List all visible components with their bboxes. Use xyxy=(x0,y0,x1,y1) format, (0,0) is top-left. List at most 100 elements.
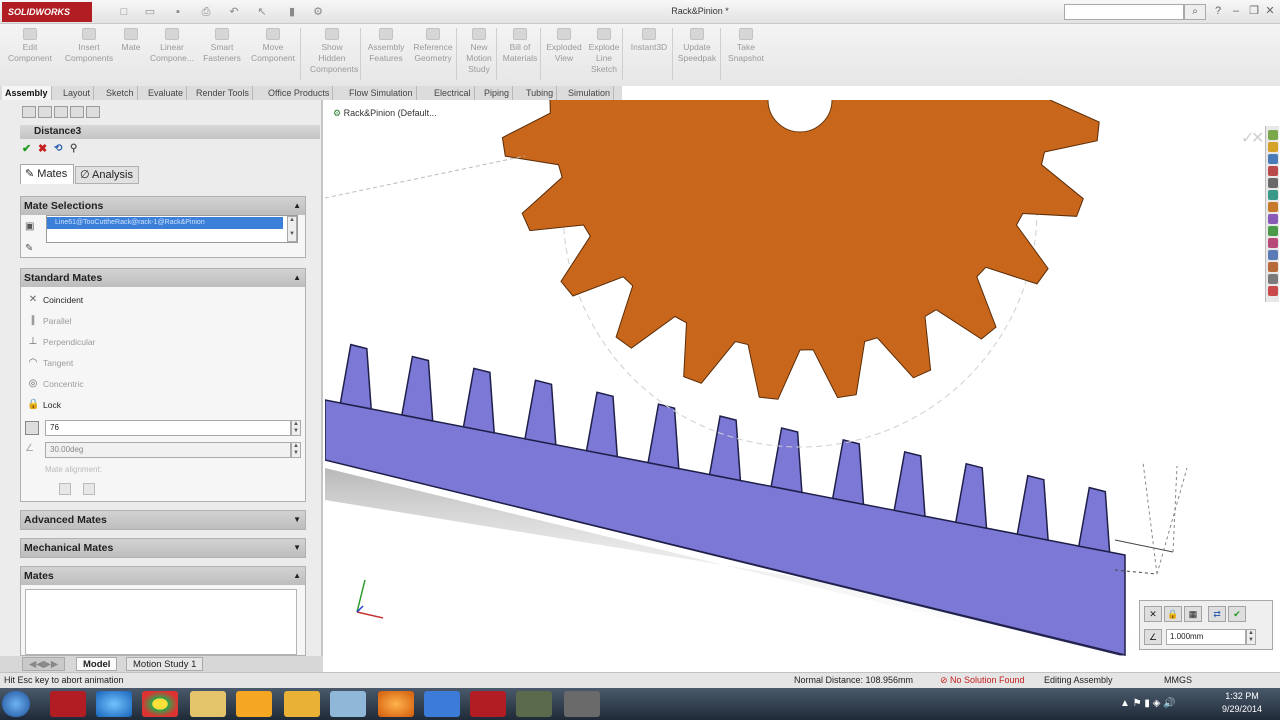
config-manager-tab-icon[interactable] xyxy=(54,106,68,118)
ribbon-button-smart-fasteners[interactable]: Smart Fasteners xyxy=(200,26,244,84)
solidworks-taskbar-icon[interactable] xyxy=(50,691,86,717)
save-icon[interactable]: ▪ xyxy=(172,6,184,18)
task-pane-icon[interactable] xyxy=(1268,178,1278,188)
task-pane-icon[interactable] xyxy=(1268,250,1278,260)
dim-xpert-tab-icon[interactable] xyxy=(70,106,84,118)
tab-flow-simulation[interactable]: Flow Simulation xyxy=(346,86,417,100)
mate-selections-list[interactable]: Line61@TooCuttheRack@rack-1@Rack&Pinion … xyxy=(46,215,298,243)
ribbon-button-exploded-view[interactable]: Exploded View xyxy=(544,26,584,84)
tab-layout[interactable]: Layout xyxy=(60,86,95,100)
mates-list[interactable] xyxy=(25,589,297,655)
open-file-icon[interactable]: ▭ xyxy=(144,6,156,18)
mate-lock[interactable]: 🔒 Lock xyxy=(25,396,295,414)
ribbon-button-new-motion-study[interactable]: New Motion Study xyxy=(460,26,498,84)
tab-model[interactable]: Model xyxy=(76,657,118,671)
cancel-x-icon[interactable]: ✖ xyxy=(38,143,47,155)
task-pane-icon[interactable] xyxy=(1268,214,1278,224)
ribbon-button-bom[interactable]: Bill of Materials xyxy=(500,26,540,84)
ribbon-button-move-component[interactable]: Move Component xyxy=(246,26,300,84)
mate-concentric[interactable]: ◎ Concentric xyxy=(25,375,295,393)
tab-piping[interactable]: Piping xyxy=(481,86,514,100)
graphics-area[interactable]: ⚙ Rack&Pinion (Default... ⊞ ⊕ ⟳ ◫ ◧ ◈ ✓ … xyxy=(325,100,1280,656)
ribbon-button-assembly-features[interactable]: Assembly Features xyxy=(364,26,408,84)
internet-explorer-icon[interactable] xyxy=(96,691,132,717)
property-manager-tab-icon[interactable] xyxy=(38,106,52,118)
search-input[interactable] xyxy=(1064,4,1184,20)
rack-tooth[interactable] xyxy=(831,438,865,506)
gear-body[interactable] xyxy=(501,100,1100,400)
undo-mate-icon[interactable]: ⟲ xyxy=(54,143,62,155)
media-player-icon[interactable] xyxy=(236,691,272,717)
tab-evaluate[interactable]: Evaluate xyxy=(145,86,188,100)
task-pane-icon[interactable] xyxy=(1268,286,1278,296)
solidworks-logo[interactable]: SOLIDWORKS xyxy=(2,2,92,22)
distance-field[interactable]: 76 xyxy=(45,420,291,436)
task-pane-icon[interactable] xyxy=(1268,154,1278,164)
angle-field[interactable]: 30.00deg xyxy=(45,442,291,458)
tab-motion-study[interactable]: Motion Study 1 xyxy=(126,657,204,671)
mate-coincident[interactable]: ✕ Coincident xyxy=(25,291,295,309)
collapse-icon[interactable]: ▲ xyxy=(293,269,301,287)
ok-check-icon[interactable]: ✔ xyxy=(1228,606,1246,622)
tab-render-tools[interactable]: Render Tools xyxy=(193,86,253,100)
lync-icon[interactable] xyxy=(424,691,460,717)
angle-icon[interactable]: ∠ xyxy=(1144,629,1162,645)
ribbon-button-explode-line-sketch[interactable]: Explode Line Sketch xyxy=(586,26,622,84)
collapse-icon[interactable]: ▲ xyxy=(293,197,301,215)
scroll-tabs-button[interactable]: ◀◀▶▶ xyxy=(22,657,66,671)
flip-icon[interactable]: ⇄ xyxy=(1208,606,1226,622)
rack-tooth[interactable] xyxy=(893,450,926,518)
rack-tooth[interactable] xyxy=(339,343,373,410)
task-pane-strip[interactable] xyxy=(1265,126,1279,302)
minimize-icon[interactable]: – xyxy=(1228,3,1244,19)
select-icon[interactable]: ↖ xyxy=(256,6,268,18)
rack-tooth[interactable] xyxy=(708,415,742,482)
tab-electrical[interactable]: Electrical xyxy=(431,86,475,100)
tab-mates[interactable]: ✎ Mates xyxy=(20,164,74,184)
task-pane-icon[interactable] xyxy=(1268,262,1278,272)
task-pane-icon[interactable] xyxy=(1268,274,1278,284)
mate-parallel[interactable]: ∥ Parallel xyxy=(25,312,295,330)
anti-aligned-icon[interactable] xyxy=(83,483,95,495)
tab-assembly[interactable]: Assembly xyxy=(2,86,52,100)
pinion-gear[interactable] xyxy=(501,100,1100,448)
distance-icon[interactable]: ▦ xyxy=(1184,606,1202,622)
popup-spinner[interactable]: ▲ ▼ xyxy=(1246,629,1256,645)
mechanical-mates-group[interactable]: Mechanical Mates ▼ xyxy=(20,538,306,558)
rack-tooth[interactable] xyxy=(524,379,557,446)
expand-icon[interactable]: ▼ xyxy=(293,539,301,557)
rack-tooth[interactable] xyxy=(647,403,680,470)
close-icon[interactable]: ✕ xyxy=(1262,3,1278,19)
system-tray-icons[interactable]: ▲ ⚑ ▮ ◈ 🔊 xyxy=(1120,698,1176,709)
restore-icon[interactable]: ❐ xyxy=(1246,3,1262,19)
rebuild-icon[interactable]: ▮ xyxy=(286,6,298,18)
help-icon[interactable]: ? xyxy=(1210,3,1226,19)
ribbon-button-speedpak[interactable]: Update Speedpak xyxy=(676,26,718,84)
file-explorer-icon[interactable] xyxy=(190,691,226,717)
rack-tooth[interactable] xyxy=(954,462,988,530)
notes-icon[interactable] xyxy=(330,691,366,717)
task-pane-icon[interactable] xyxy=(1268,190,1278,200)
new-file-icon[interactable]: □ xyxy=(118,6,130,18)
tab-tubing[interactable]: Tubing xyxy=(523,86,558,100)
tab-simulation[interactable]: Simulation xyxy=(565,86,615,100)
rack-tooth[interactable] xyxy=(770,427,803,494)
search-icon[interactable]: ⌕ xyxy=(1184,4,1206,20)
selected-entity[interactable]: Line61@TooCuttheRack@rack-1@Rack&Pinion xyxy=(47,217,283,229)
recorder-icon[interactable] xyxy=(564,691,600,717)
task-pane-icon[interactable] xyxy=(1268,226,1278,236)
list-scrollbar[interactable]: ▲ ▼ xyxy=(287,216,297,242)
task-pane-icon[interactable] xyxy=(1268,166,1278,176)
standard-mates-header[interactable]: Standard Mates ▲ xyxy=(21,269,305,287)
mate-perpendicular[interactable]: ⊥ Perpendicular xyxy=(25,333,295,351)
tab-analysis[interactable]: ∅ Analysis xyxy=(75,166,139,184)
ribbon-button-mate[interactable]: Mate xyxy=(116,26,146,84)
options-icon[interactable]: ⚙ xyxy=(312,6,324,18)
task-pane-icon[interactable] xyxy=(1268,130,1278,140)
pushpin-icon[interactable]: ⚲ xyxy=(70,143,77,155)
display-manager-tab-icon[interactable] xyxy=(86,106,100,118)
mate-selections-header[interactable]: Mate Selections ▲ xyxy=(21,197,305,215)
unit-system[interactable]: MMGS xyxy=(1164,673,1192,688)
task-pane-icon[interactable] xyxy=(1268,238,1278,248)
distance-icon[interactable] xyxy=(25,421,39,435)
